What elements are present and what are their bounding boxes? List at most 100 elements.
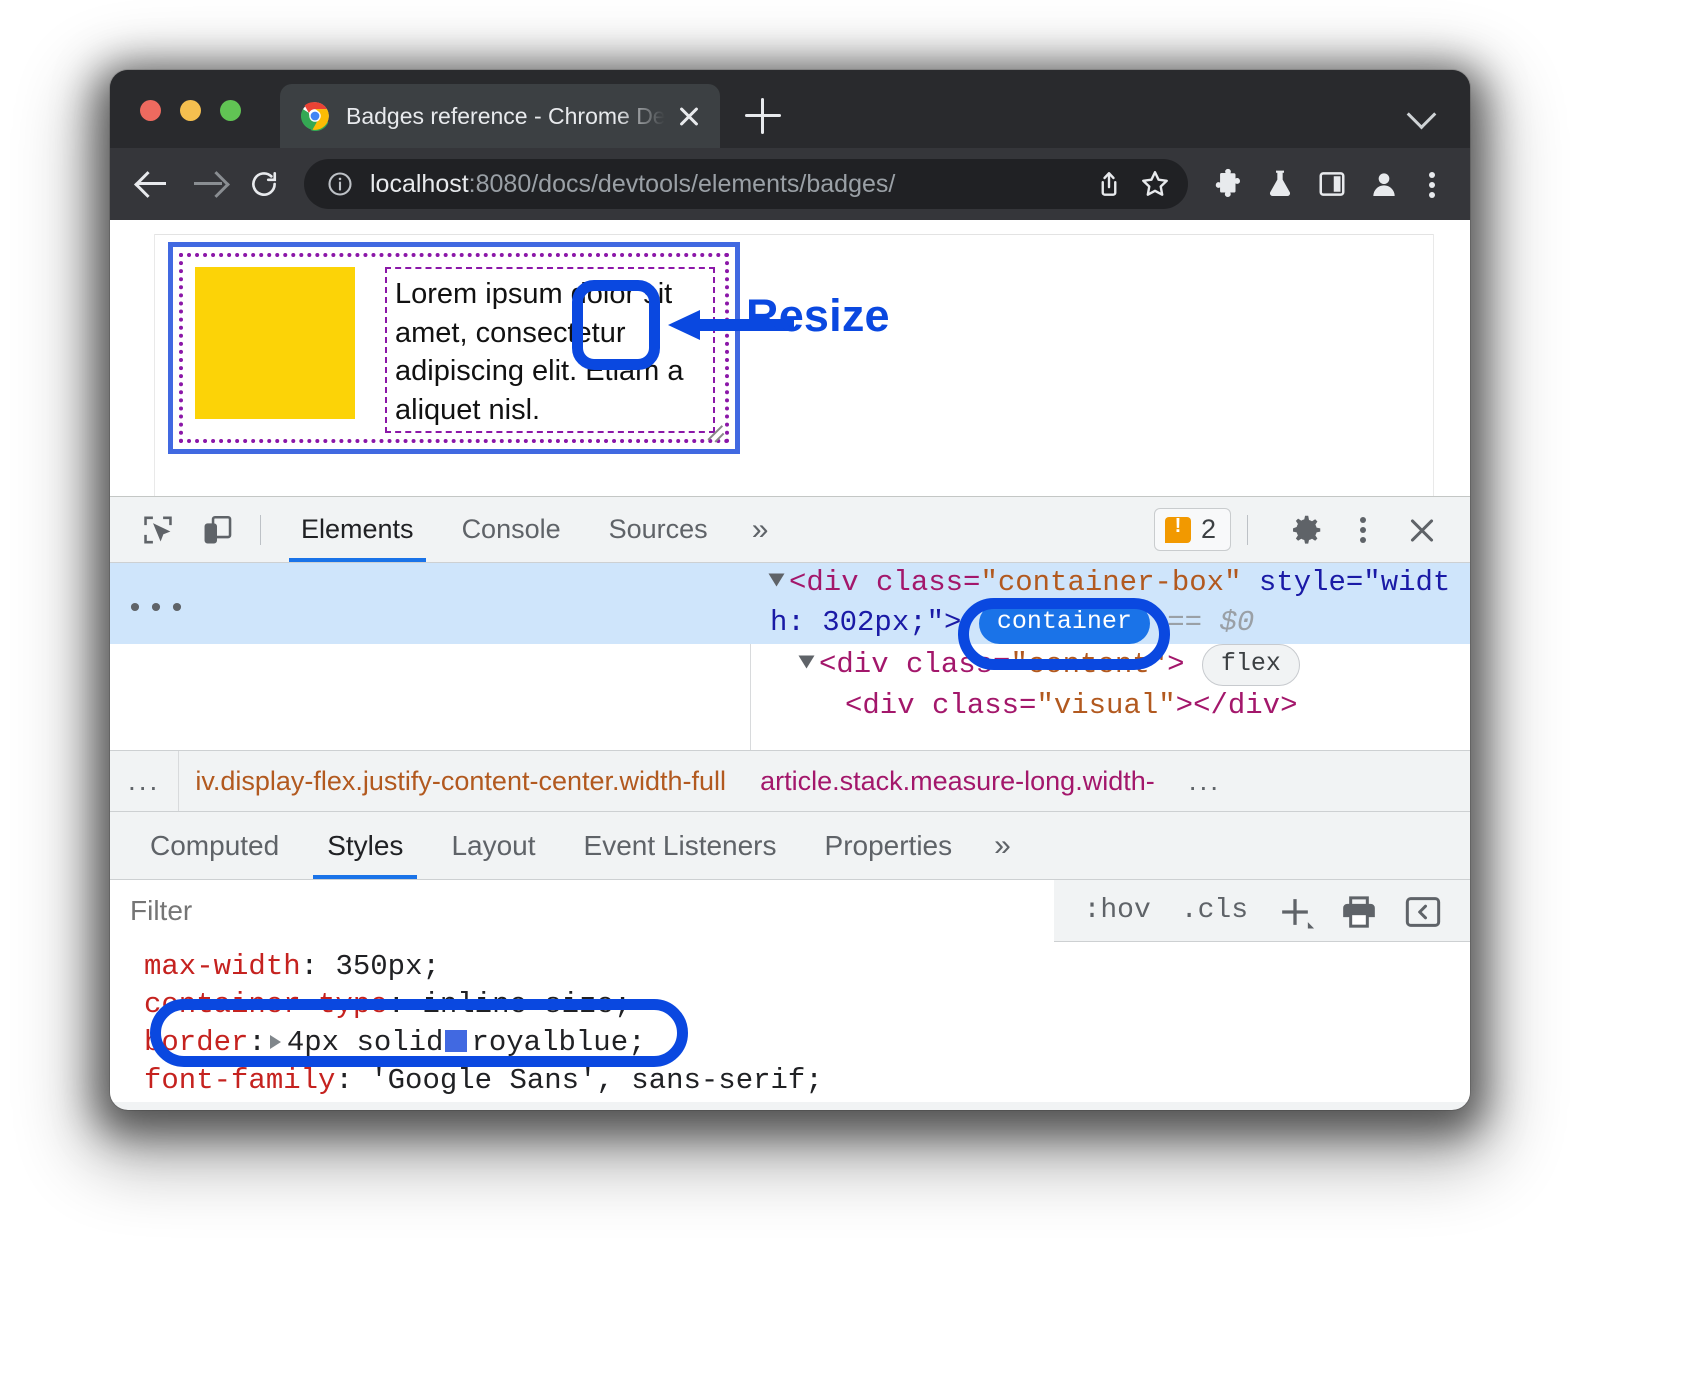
tab-layout[interactable]: Layout	[427, 812, 559, 879]
breadcrumb-item-1-label: iv.display-flex.justify-content-center.w…	[195, 766, 726, 796]
tab-console[interactable]: Console	[438, 497, 585, 562]
tab-computed[interactable]: Computed	[126, 812, 303, 879]
inspect-cursor-icon[interactable]	[132, 508, 184, 552]
close-window-button[interactable]	[140, 100, 161, 121]
tab-elements[interactable]: Elements	[277, 497, 438, 562]
dom-equals: ==	[1167, 606, 1202, 639]
tab-sources[interactable]: Sources	[585, 497, 732, 562]
resize-handle-icon[interactable]	[707, 423, 729, 445]
page-viewport: Lorem ipsum dolor sit amet, consectetur …	[110, 220, 1470, 496]
breadcrumb-item-1[interactable]: iv.display-flex.justify-content-center.w…	[195, 766, 760, 797]
kebab-menu-icon[interactable]	[1342, 507, 1384, 553]
dom-tree: ••• <div class="container-box" style="wi…	[110, 563, 1470, 750]
tab-close-icon[interactable]	[674, 101, 704, 131]
breadcrumb-item-2-label: article.stack.measure-long.width-	[760, 766, 1155, 796]
css-property-3[interactable]: font-family	[144, 1064, 335, 1097]
dom-style-attr: style="widt	[1241, 566, 1450, 599]
toolbar-separator	[260, 515, 261, 545]
reload-icon[interactable]	[242, 162, 286, 206]
gear-icon[interactable]	[1280, 507, 1332, 553]
address-bar[interactable]: localhost:8080/docs/devtools/elements/ba…	[304, 159, 1188, 209]
dom-class-value-3: "visual"	[1036, 689, 1175, 722]
css-declaration-max-width[interactable]: max-width: 350px;	[144, 948, 1470, 986]
tab-event-listeners[interactable]: Event Listeners	[560, 812, 801, 879]
css-declaration-font-family[interactable]: font-family: 'Google Sans', sans-serif;	[144, 1062, 1470, 1100]
tab-title: Badges reference - Chrome DevTools	[346, 103, 668, 130]
dom-console-ref: $0	[1220, 606, 1255, 639]
css-value-3[interactable]: 'Google Sans', sans-serif	[370, 1064, 805, 1097]
styles-filter-tools: :hov .cls	[1054, 887, 1470, 935]
dom-line-2: h: 302px;"> container == $0	[130, 603, 1470, 644]
triangle-down-icon[interactable]	[769, 574, 785, 587]
dom-tag-close-3: ></div>	[1176, 689, 1298, 722]
chevron-double-right-icon[interactable]: »	[732, 497, 789, 562]
devtools-close-icon[interactable]	[1396, 507, 1448, 553]
styles-filter-row: :hov .cls	[110, 880, 1470, 942]
chrome-logo-icon	[300, 101, 330, 131]
labs-flask-icon[interactable]	[1254, 161, 1306, 207]
page-edge-right	[1433, 234, 1434, 496]
breadcrumb-right-ellipsis[interactable]: ...	[1189, 765, 1239, 797]
profile-avatar-icon[interactable]	[1358, 161, 1410, 207]
info-circle-icon[interactable]	[326, 170, 354, 198]
styles-pane-tabs: Computed Styles Layout Event Listeners P…	[110, 812, 1470, 880]
tab-styles[interactable]: Styles	[303, 812, 427, 879]
panel-collapse-icon[interactable]	[1394, 887, 1452, 935]
maximize-window-button[interactable]	[220, 100, 241, 121]
extensions-puzzle-icon[interactable]	[1202, 161, 1254, 207]
dom-row-selected[interactable]: ••• <div class="container-box" style="wi…	[110, 563, 1470, 644]
visual-element	[195, 267, 355, 419]
star-icon[interactable]	[1132, 161, 1178, 207]
browser-window: Badges reference - Chrome DevTools	[110, 70, 1470, 1110]
dom-line-1: <div class="container-box" style="widt	[130, 563, 1470, 603]
dom-tag-close-2: >	[1167, 648, 1184, 681]
url-host: localhost	[370, 170, 469, 198]
breadcrumb: ... iv.display-flex.justify-content-cent…	[110, 750, 1470, 812]
devtools-tab-list: Elements Console Sources »	[277, 497, 788, 562]
dom-tag-open-3: <div class=	[845, 689, 1036, 722]
search-input[interactable]	[110, 880, 1054, 942]
minimize-window-button[interactable]	[180, 100, 201, 121]
annotation-container-type-highlight	[150, 999, 688, 1067]
dom-style-continuation: h: 302px;">	[770, 606, 961, 639]
browser-tab[interactable]: Badges reference - Chrome DevTools	[280, 84, 720, 148]
dom-row-visual[interactable]: <div class="visual"></div>	[110, 686, 1470, 726]
tab-properties[interactable]: Properties	[801, 812, 977, 879]
chevron-down-icon[interactable]	[1408, 100, 1434, 126]
plus-icon[interactable]	[1266, 887, 1324, 935]
dom-tag-open: <div class=	[789, 566, 980, 599]
arrow-right-icon[interactable]	[186, 162, 230, 206]
css-value-0[interactable]: 350px	[335, 950, 422, 983]
dom-line-3: <div class="content"> flex	[130, 644, 1470, 687]
hov-button[interactable]: :hov	[1072, 895, 1163, 926]
browser-toolbar: localhost:8080/docs/devtools/elements/ba…	[110, 148, 1470, 220]
chrome-menu-kebab-icon[interactable]	[1410, 161, 1454, 207]
share-icon[interactable]	[1086, 161, 1132, 207]
breadcrumb-left-ellipsis[interactable]: ...	[128, 765, 178, 797]
annotation-resize-label: Resize	[746, 290, 890, 342]
container-text: Lorem ipsum dolor sit amet, consectetur …	[385, 267, 715, 433]
device-toolbar-icon[interactable]	[192, 508, 244, 552]
screenshot-root: Badges reference - Chrome DevTools	[0, 0, 1708, 1380]
side-panel-icon[interactable]	[1306, 161, 1358, 207]
browser-toolbar-icons	[1202, 161, 1470, 207]
url-text: localhost:8080/docs/devtools/elements/ba…	[370, 170, 1086, 199]
flex-badge[interactable]: flex	[1202, 644, 1300, 687]
tab-strip: Badges reference - Chrome DevTools	[110, 70, 1470, 148]
issues-button[interactable]: 2	[1154, 508, 1231, 551]
print-style-icon[interactable]	[1330, 887, 1388, 935]
window-controls	[140, 100, 241, 121]
chevron-double-right-icon[interactable]: »	[976, 812, 1029, 879]
css-property-0[interactable]: max-width	[144, 950, 301, 983]
new-tab-button[interactable]	[745, 98, 781, 134]
dom-ellipsis: •••	[126, 593, 189, 627]
breadcrumb-item-2[interactable]: article.stack.measure-long.width-	[760, 766, 1189, 797]
triangle-down-icon[interactable]	[799, 655, 815, 668]
arrow-left-icon[interactable]	[130, 162, 174, 206]
dom-row-content[interactable]: <div class="content"> flex	[110, 644, 1470, 687]
page-edge-left	[154, 234, 155, 496]
dom-line-4: <div class="visual"></div>	[130, 686, 1470, 726]
dom-class-value: "container-box"	[980, 566, 1241, 599]
breadcrumb-divider	[178, 750, 179, 812]
cls-button[interactable]: .cls	[1169, 895, 1260, 926]
